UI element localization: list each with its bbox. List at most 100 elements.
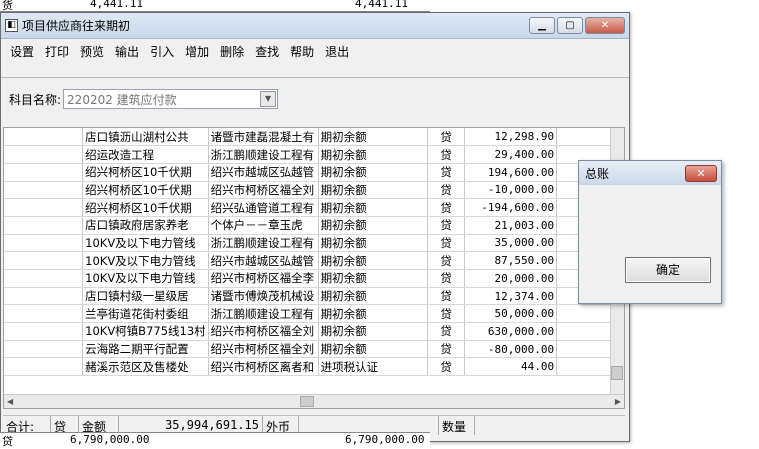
type-cell[interactable]: 期初余额 [318,234,428,253]
table-row[interactable]: 云海路二期平行配置 绍兴市柯桥区福全刘 期初余额贷 -80,000.00 [4,340,624,359]
supplier-cell[interactable]: 浙江鹏顺建设工程有 [208,145,319,164]
type-cell[interactable]: 期初余额 [318,251,428,270]
type-cell[interactable]: 进项税认证 [318,357,428,377]
table-row[interactable]: 10KV及以下电力管线 绍兴市柯桥区福全李 期初余额贷 20,000.00 [4,269,624,288]
menu-export[interactable]: 输出 [110,43,144,60]
row-blank-cell[interactable] [4,198,84,217]
vertical-scroll-thumb[interactable] [611,366,623,380]
table-row[interactable]: 10KV及以下电力管线 绍兴市越城区弘越管 期初余额贷 87,550.00 [4,251,624,270]
direction-cell[interactable]: 贷 [427,322,466,341]
type-cell[interactable]: 期初余额 [318,322,428,341]
table-row[interactable]: 绍运改造工程 浙江鹏顺建设工程有 期初余额贷 29,400.00 [4,145,624,164]
type-cell[interactable]: 期初余额 [318,163,428,182]
row-blank-cell[interactable] [4,357,84,377]
direction-cell[interactable]: 贷 [427,181,466,200]
direction-cell[interactable]: 贷 [427,269,466,288]
dialog-close-button[interactable]: ✕ [685,164,717,182]
type-cell[interactable]: 期初余额 [318,340,428,359]
menu-delete[interactable]: 删除 [215,43,249,60]
row-blank-cell[interactable] [4,269,84,288]
chevron-down-icon[interactable]: ▼ [260,91,277,107]
amount-cell[interactable]: 12,374.00 [464,287,558,306]
project-cell[interactable]: 店口镇沥山湖村公共 [82,128,209,147]
supplier-cell[interactable]: 绍兴市柯桥区福全刘 [208,181,319,200]
horizontal-scrollbar[interactable]: ◀ ▶ [4,394,624,408]
project-cell[interactable]: 绍兴柯桥区10千伏期 [82,181,209,200]
direction-cell[interactable]: 贷 [427,287,466,306]
menu-exit[interactable]: 退出 [320,43,354,60]
row-blank-cell[interactable] [4,145,84,164]
maximize-button[interactable]: ▢ [557,17,583,34]
direction-cell[interactable]: 贷 [427,198,466,217]
project-cell[interactable]: 绍兴柯桥区10千伏期 [82,163,209,182]
menu-settings[interactable]: 设置 [5,43,39,60]
subject-select[interactable]: 220202 建筑应付款 ▼ [63,89,279,109]
menu-help[interactable]: 帮助 [285,43,319,60]
row-blank-cell[interactable] [4,234,84,253]
direction-cell[interactable]: 贷 [427,251,466,270]
scroll-right-icon[interactable]: ▶ [615,397,621,406]
project-cell[interactable]: 云海路二期平行配置 [82,340,209,359]
table-row[interactable]: 绍兴柯桥区10千伏期 绍兴市柯桥区福全刘 期初余额贷 -10,000.00 [4,181,624,200]
supplier-cell[interactable]: 绍兴市柯桥区福全刘 [208,322,319,341]
direction-cell[interactable]: 贷 [427,357,466,377]
table-row[interactable]: 绍兴柯桥区10千伏期 绍兴弘通管道工程有 期初余额贷 -194,600.00 [4,198,624,217]
direction-cell[interactable]: 贷 [427,128,466,147]
project-cell[interactable]: 10KV柯镇B775线13村 [82,322,209,341]
amount-cell[interactable]: 630,000.00 [464,322,558,341]
supplier-cell[interactable]: 诸暨市建磊混凝土有 [208,128,319,147]
table-row[interactable]: 绍兴柯桥区10千伏期 绍兴市越城区弘越管 期初余额贷 194,600.00 [4,163,624,182]
row-blank-cell[interactable] [4,322,84,341]
supplier-cell[interactable]: 绍兴市柯桥区福全刘 [208,340,319,359]
supplier-cell[interactable]: 绍兴市越城区弘越管 [208,251,319,270]
menu-find[interactable]: 查找 [250,43,284,60]
row-blank-cell[interactable] [4,216,84,235]
row-blank-cell[interactable] [4,128,84,147]
project-cell[interactable]: 店口镇村级一星级居 [82,287,209,306]
supplier-cell[interactable]: 绍兴市柯桥区离者和 [208,357,319,377]
project-cell[interactable]: 绍兴柯桥区10千伏期 [82,198,209,217]
menu-print[interactable]: 打印 [40,43,74,60]
direction-cell[interactable]: 贷 [427,234,466,253]
table-row[interactable]: 兰亭街道花街村委组 浙江鹏顺建设工程有 期初余额贷 50,000.00 [4,304,624,324]
amount-cell[interactable]: 87,550.00 [464,251,558,270]
type-cell[interactable]: 期初余额 [318,304,428,324]
minimize-button[interactable]: ▁ [529,17,555,34]
table-row[interactable]: 店口镇沥山湖村公共 诸暨市建磊混凝土有 期初余额贷 12,298.90 [4,128,624,147]
table-row[interactable]: 10KV柯镇B775线13村 绍兴市柯桥区福全刘 期初余额贷 630,000.00 [4,322,624,341]
table-row[interactable]: 赭溪示范区及售楼处 绍兴市柯桥区离者和 进项税认证贷 44.00 [4,357,624,377]
project-cell[interactable]: 10KV及以下电力管线 [82,234,209,253]
row-blank-cell[interactable] [4,181,84,200]
row-blank-cell[interactable] [4,163,84,182]
project-cell[interactable]: 10KV及以下电力管线 [82,251,209,270]
direction-cell[interactable]: 贷 [427,216,466,235]
scroll-left-icon[interactable]: ◀ [7,397,13,406]
row-blank-cell[interactable] [4,251,84,270]
type-cell[interactable]: 期初余额 [318,269,428,288]
amount-cell[interactable]: 20,000.00 [464,269,558,288]
close-button[interactable]: ✕ [585,17,625,34]
direction-cell[interactable]: 贷 [427,304,466,324]
amount-cell[interactable]: 44.00 [464,357,558,377]
direction-cell[interactable]: 贷 [427,340,466,359]
row-blank-cell[interactable] [4,304,84,324]
direction-cell[interactable]: 贷 [427,163,466,182]
menu-add[interactable]: 增加 [180,43,214,60]
project-cell[interactable]: 10KV及以下电力管线 [82,269,209,288]
table-row[interactable]: 店口镇政府居家养老 个体户－－章玉虎 期初余额贷 21,003.00 [4,216,624,235]
table-row[interactable]: 10KV及以下电力管线 浙江鹏顺建设工程有 期初余额贷 35,000.00 [4,234,624,253]
supplier-cell[interactable]: 绍兴市柯桥区福全李 [208,269,319,288]
supplier-cell[interactable]: 浙江鹏顺建设工程有 [208,234,319,253]
supplier-cell[interactable]: 个体户－－章玉虎 [208,216,319,235]
supplier-cell[interactable]: 绍兴市越城区弘越管 [208,163,319,182]
type-cell[interactable]: 期初余额 [318,181,428,200]
project-cell[interactable]: 绍运改造工程 [82,145,209,164]
type-cell[interactable]: 期初余额 [318,216,428,235]
amount-cell[interactable]: 21,003.00 [464,216,558,235]
supplier-cell[interactable]: 诸暨市傅焕茂机械设 [208,287,319,306]
type-cell[interactable]: 期初余额 [318,287,428,306]
table-row[interactable]: 店口镇村级一星级居 诸暨市傅焕茂机械设 期初余额贷 12,374.00 [4,287,624,306]
amount-cell[interactable]: -10,000.00 [464,181,558,200]
amount-cell[interactable]: 35,000.00 [464,234,558,253]
dialog-title-bar[interactable]: 总账 ✕ [579,161,721,185]
